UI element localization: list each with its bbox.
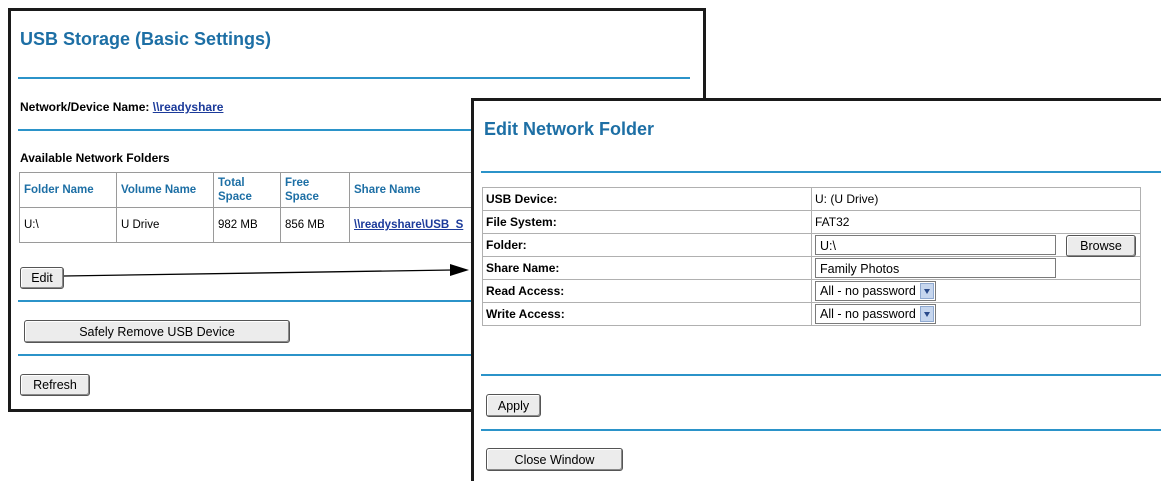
network-device-row: Network/Device Name: \\readyshare bbox=[20, 100, 223, 114]
col-volume-name: Volume Name bbox=[116, 172, 214, 208]
page-title: USB Storage (Basic Settings) bbox=[20, 29, 272, 49]
apply-button[interactable]: Apply bbox=[486, 394, 541, 417]
write-access-select[interactable]: All - no password bbox=[815, 304, 936, 324]
network-device-label: Network/Device Name: bbox=[20, 100, 150, 114]
read-access-label: Read Access: bbox=[482, 279, 812, 303]
safely-remove-usb-button[interactable]: Safely Remove USB Device bbox=[24, 320, 290, 343]
usb-device-value: U: (U Drive) bbox=[811, 187, 1141, 211]
share-name-input[interactable]: Family Photos bbox=[815, 258, 1056, 278]
cell-folder: U:\ bbox=[19, 207, 117, 243]
write-access-label: Write Access: bbox=[482, 302, 812, 326]
table-row: Share Name: Family Photos bbox=[482, 256, 1141, 280]
file-system-label: File System: bbox=[482, 210, 812, 234]
readyshare-link[interactable]: \\readyshare bbox=[153, 100, 224, 114]
col-free-space: Free Space bbox=[280, 172, 350, 208]
table-row: Folder: U:\ Browse bbox=[482, 233, 1141, 257]
table-row: USB Device: U: (U Drive) bbox=[482, 187, 1141, 211]
folders-table: Folder Name Volume Name Total Space Free… bbox=[19, 172, 519, 243]
divider bbox=[481, 171, 1161, 173]
table-row: File System: FAT32 bbox=[482, 210, 1141, 234]
read-access-select[interactable]: All - no password bbox=[815, 281, 936, 301]
chevron-down-icon[interactable] bbox=[919, 283, 934, 299]
share-name-label: Share Name: bbox=[482, 256, 812, 280]
cell-free: 856 MB bbox=[280, 207, 350, 243]
share-name-link[interactable]: \\readyshare\USB_S bbox=[354, 219, 463, 231]
cell-volume: U Drive bbox=[116, 207, 214, 243]
folder-input[interactable]: U:\ bbox=[815, 235, 1056, 255]
cell-total: 982 MB bbox=[213, 207, 281, 243]
divider bbox=[481, 374, 1161, 376]
col-total-space: Total Space bbox=[213, 172, 281, 208]
write-access-cell: All - no password bbox=[811, 302, 1141, 326]
table-row: Write Access: All - no password bbox=[482, 302, 1141, 326]
dialog-title: Edit Network Folder bbox=[484, 119, 655, 139]
folder-properties-table: USB Device: U: (U Drive) File System: FA… bbox=[482, 187, 1141, 326]
col-folder-name: Folder Name bbox=[19, 172, 117, 208]
table-row: Read Access: All - no password bbox=[482, 279, 1141, 303]
divider bbox=[18, 77, 690, 79]
edit-button[interactable]: Edit bbox=[20, 267, 64, 289]
close-window-button[interactable]: Close Window bbox=[486, 448, 623, 471]
table-row: U:\ U Drive 982 MB 856 MB \\readyshare\U… bbox=[19, 207, 519, 243]
divider bbox=[481, 429, 1161, 431]
folder-cell: U:\ Browse bbox=[811, 233, 1141, 257]
read-access-value: All - no password bbox=[820, 284, 916, 298]
available-folders-heading: Available Network Folders bbox=[20, 151, 170, 165]
browse-button[interactable]: Browse bbox=[1066, 235, 1136, 257]
refresh-button[interactable]: Refresh bbox=[20, 374, 90, 396]
usb-device-label: USB Device: bbox=[482, 187, 812, 211]
file-system-value: FAT32 bbox=[811, 210, 1141, 234]
share-name-cell: Family Photos bbox=[811, 256, 1141, 280]
write-access-value: All - no password bbox=[820, 307, 916, 321]
table-header-row: Folder Name Volume Name Total Space Free… bbox=[19, 172, 519, 208]
chevron-down-icon[interactable] bbox=[919, 306, 934, 322]
folder-label: Folder: bbox=[482, 233, 812, 257]
read-access-cell: All - no password bbox=[811, 279, 1141, 303]
edit-network-folder-window: Edit Network Folder USB Device: U: (U Dr… bbox=[471, 98, 1161, 481]
